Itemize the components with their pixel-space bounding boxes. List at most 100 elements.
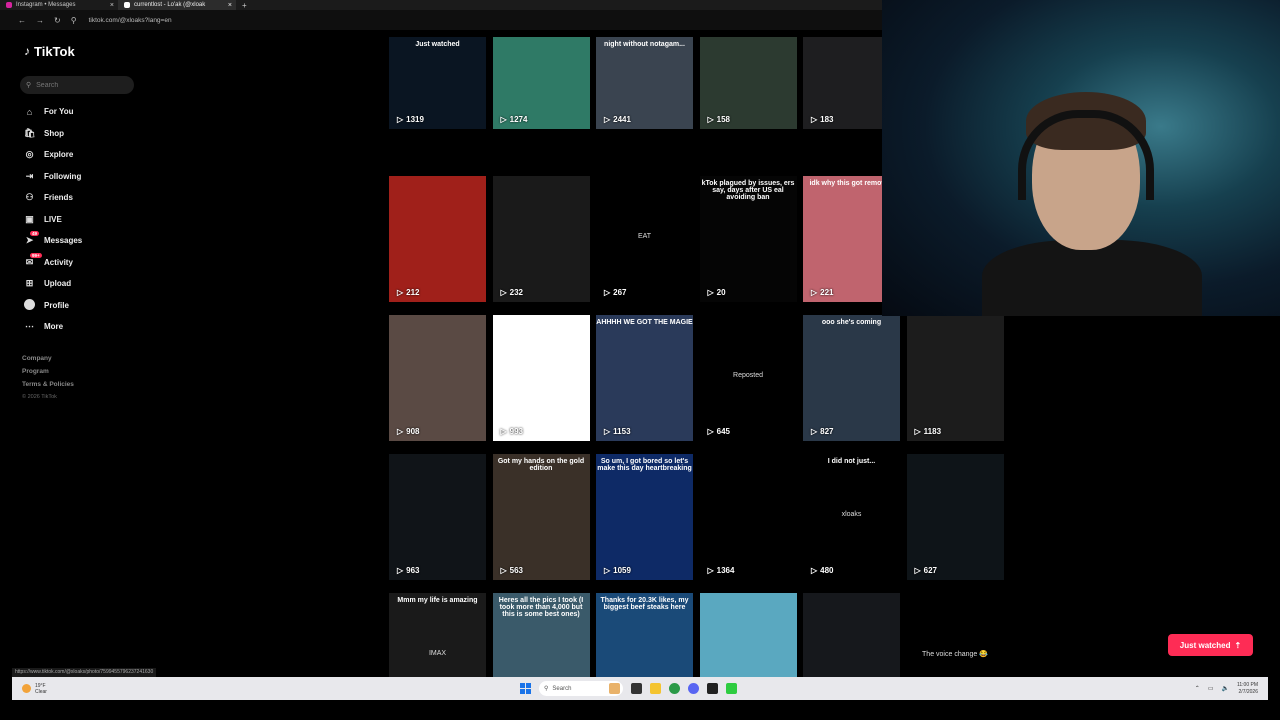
video-thumbnail[interactable]: I did not just... xloaks ▷ 480 [803, 454, 900, 580]
tiktok-tab-icon [124, 2, 130, 8]
instagram-icon [6, 2, 12, 8]
sidebar-item-profile[interactable]: Profile [24, 295, 132, 317]
video-thumbnail[interactable]: ▷ 963 [389, 454, 486, 580]
video-thumbnail[interactable]: I got bored ▷ 993 [492, 315, 590, 441]
video-thumbnail[interactable]: ▷ 1274 [492, 37, 590, 129]
search-bar[interactable]: ⚲ [20, 76, 134, 94]
sidebar-item-more[interactable]: ⋯ More [24, 316, 132, 338]
play-icon: ▷ [707, 115, 714, 124]
app-icon[interactable] [726, 683, 737, 694]
play-icon: ▷ [707, 566, 714, 575]
video-thumbnail[interactable]: Just watched ▷ 1319 [389, 37, 486, 129]
video-thumbnail[interactable]: ▷ 158 [699, 37, 797, 129]
taskbar-apps: ⚲ Search [520, 681, 737, 696]
arrow-up-icon: ⇡ [1234, 640, 1242, 650]
video-thumbnail[interactable]: ▷ 232 [492, 176, 590, 302]
video-thumbnail[interactable]: Reposted ▷ 645 [699, 315, 797, 441]
close-icon[interactable]: × [110, 2, 114, 9]
browser-tab-instagram[interactable]: Instagram • Messages × [0, 0, 118, 10]
play-icon: ▷ [811, 566, 818, 575]
sidebar-item-activity[interactable]: ✉ 99+ Activity [24, 252, 132, 274]
play-icon: ▷ [707, 427, 714, 436]
sidebar-item-explore[interactable]: ◎ Explore [24, 144, 132, 166]
view-count: ▷ 993 [501, 427, 524, 436]
video-thumbnail[interactable]: kTok plagued by issues, ers say, days af… [699, 176, 797, 302]
just-watched-label: Just watched [1179, 640, 1231, 650]
clock-date: 2/7/2026 [1238, 688, 1258, 695]
video-thumbnail[interactable]: night without notagam... ▷ 2441 [596, 37, 693, 129]
just-watched-button[interactable]: Just watched ⇡ [1168, 634, 1253, 656]
video-caption: kTok plagued by issues, ers say, days af… [701, 180, 795, 201]
view-count: ▷ 908 [397, 427, 420, 436]
video-thumbnail[interactable]: ▷ 1364 [699, 454, 797, 580]
view-count-value: 827 [820, 427, 834, 436]
video-thumbnail[interactable]: So um, I got bored so let's make this da… [596, 454, 693, 580]
sidebar-item-friends[interactable]: ⚇ Friends [24, 187, 132, 209]
sidebar-item-messages[interactable]: ➤ 49 Messages [24, 230, 132, 252]
view-count: ▷ 1183 [915, 427, 942, 436]
video-thumbnail[interactable]: ▷ 908 [389, 315, 486, 441]
video-thumbnail[interactable]: ▷ 627 [906, 454, 1004, 580]
view-count-value: 480 [820, 566, 834, 575]
task-view-icon[interactable] [631, 683, 642, 694]
sun-icon [22, 684, 31, 693]
sidebar-item-live[interactable]: ▣ LIVE [24, 209, 132, 231]
video-caption: I got bored [522, 319, 560, 326]
new-tab-button[interactable]: + [236, 1, 253, 10]
forward-icon[interactable]: → [36, 16, 44, 25]
video-thumbnail[interactable]: ooo she's coming ▷ 827 [803, 315, 900, 441]
video-thumbnail[interactable]: ▷ 1183 [906, 315, 1004, 441]
sidebar-item-for-you[interactable]: ⌂ For You [24, 101, 132, 123]
chevron-up-icon[interactable]: ⌃ [1195, 685, 1200, 692]
following-icon: ⇥ [25, 170, 34, 181]
view-count-value: 183 [820, 115, 834, 124]
volume-icon[interactable]: 🔈 [1221, 685, 1228, 692]
browser-toolbar: ← → ↻ ⚲ tiktok.com/@xloaks?lang=en [0, 10, 882, 30]
view-count-value: 20 [716, 288, 726, 297]
footer-link-company[interactable]: Company [22, 355, 132, 368]
obs-icon[interactable] [707, 683, 718, 694]
discord-icon[interactable] [688, 683, 699, 694]
video-thumbnail[interactable]: AHHHH WE GOT THE MAGIE ▷ 1153 [596, 315, 693, 441]
tiktok-logo[interactable]: ♪ TikTok [24, 40, 132, 62]
taskbar-search[interactable]: ⚲ Search [539, 681, 623, 696]
play-icon: ▷ [604, 115, 611, 124]
back-icon[interactable]: ← [18, 16, 26, 25]
view-count: ▷ 232 [501, 288, 524, 297]
video-overlay-text: IMAX [428, 649, 447, 657]
sidebar-item-label: Friends [44, 193, 73, 203]
view-count-value: 1059 [613, 566, 631, 575]
search-input[interactable] [36, 81, 117, 89]
view-count-value: 2441 [613, 115, 631, 124]
close-icon[interactable]: × [228, 2, 232, 9]
sidebar-item-shop[interactable]: 🛍 Shop [24, 123, 132, 145]
video-caption: So um, I got bored so let's make this da… [597, 458, 692, 472]
view-count: ▷ 1153 [604, 427, 631, 436]
view-count-value: 563 [509, 566, 524, 575]
browser-tab-tiktok[interactable]: currentlost - Lo'ak (@xloak × [118, 0, 236, 10]
file-explorer-icon[interactable] [650, 683, 661, 694]
view-count-value: 232 [509, 288, 524, 297]
play-icon: ▷ [500, 115, 507, 124]
video-thumbnail[interactable]: Got my hands on the gold edition ▷ 563 [492, 454, 590, 580]
footer-link-terms[interactable]: Terms & Policies [22, 381, 132, 394]
windows-start-icon[interactable] [520, 683, 531, 694]
home-icon: ⌂ [26, 106, 33, 117]
address-bar[interactable]: tiktok.com/@xloaks?lang=en [89, 17, 172, 24]
reload-icon[interactable]: ↻ [54, 16, 61, 25]
taskbar-clock[interactable]: 11:00 PM 2/7/2026 [1237, 682, 1258, 696]
site-info-icon[interactable]: ⚲ [71, 16, 77, 25]
search-highlight-icon [609, 683, 620, 694]
video-thumbnail[interactable]: EAT ▷ 267 [596, 176, 693, 302]
video-thumbnail[interactable]: ▷ 212 [389, 176, 486, 302]
weather-widget[interactable]: 19°F Clear [22, 683, 47, 695]
sidebar-item-upload[interactable]: ⊞ Upload [24, 273, 132, 295]
live-icon: ▣ [25, 213, 34, 224]
bottom-letterbox [0, 700, 1280, 720]
view-count-value: 627 [923, 566, 938, 575]
tiktok-sidebar: ♪ TikTok ⚲ ⌂ For You 🛍 Shop ◎ Explore ⇥ Foll… [12, 40, 134, 407]
footer-link-program[interactable]: Program [22, 368, 132, 381]
sidebar-item-following[interactable]: ⇥ Following [24, 166, 132, 188]
network-icon[interactable]: ▭ [1208, 685, 1214, 692]
chrome-icon[interactable] [669, 683, 680, 694]
